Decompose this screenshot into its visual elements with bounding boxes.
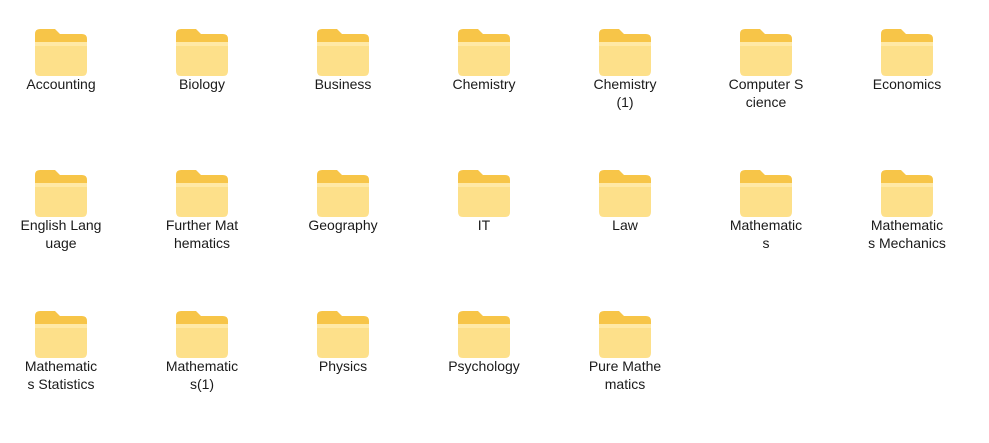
folder-item[interactable]: Mathematic s Statistics (6, 282, 116, 412)
folder-icon (176, 29, 228, 76)
folder-item[interactable]: Law (570, 141, 680, 271)
folder-item[interactable]: Psychology (429, 282, 539, 412)
folder-label: Computer S cience (728, 76, 804, 110)
folder-item[interactable]: Mathematic s (711, 141, 821, 271)
folder-label: Business (314, 76, 372, 92)
folder-icon (35, 29, 87, 76)
folder-label: Economics (872, 76, 942, 92)
folder-icon (317, 170, 369, 217)
folder-icon (881, 29, 933, 76)
folder-item[interactable]: English Lang uage (6, 141, 116, 271)
folder-icon (35, 311, 87, 358)
folder-icon (317, 29, 369, 76)
folder-item[interactable]: Computer S cience (711, 0, 821, 130)
folder-item[interactable]: Business (288, 0, 398, 130)
folder-item[interactable]: Economics (852, 0, 962, 130)
folder-label: Chemistry (452, 76, 516, 92)
folder-item[interactable]: Further Mat hematics (147, 141, 257, 271)
folder-item[interactable]: IT (429, 141, 539, 271)
folder-icon (35, 170, 87, 217)
folder-label: Geography (308, 217, 378, 233)
folder-item[interactable]: Geography (288, 141, 398, 271)
folder-icon (317, 311, 369, 358)
folder-icon (458, 311, 510, 358)
folder-label: Mathematic s (729, 217, 803, 251)
folder-label: Pure Mathe matics (588, 358, 662, 392)
folder-item[interactable]: Chemistry (429, 0, 539, 130)
folder-label: Mathematic s(1) (165, 358, 239, 392)
folder-label: Mathematic s Mechanics (868, 217, 946, 251)
folder-item[interactable]: Pure Mathe matics (570, 282, 680, 412)
folder-item[interactable]: Mathematic s Mechanics (852, 141, 962, 271)
folder-icon (458, 29, 510, 76)
folder-icon (881, 170, 933, 217)
folder-icon (599, 29, 651, 76)
folder-label: IT (477, 217, 491, 233)
folder-label: Physics (318, 358, 368, 374)
folder-item[interactable]: Chemistry (1) (570, 0, 680, 130)
folder-label: Law (612, 217, 638, 233)
folder-icon (176, 170, 228, 217)
folder-label: Psychology (448, 358, 520, 374)
folder-icon (599, 170, 651, 217)
folder-label: Accounting (26, 76, 96, 92)
folder-grid: Accounting Biology Business Chemistry Ch… (0, 0, 989, 443)
folder-label: Chemistry (1) (593, 76, 657, 110)
folder-item[interactable]: Biology (147, 0, 257, 130)
folder-icon (176, 311, 228, 358)
folder-item[interactable]: Physics (288, 282, 398, 412)
folder-label: Further Mat hematics (165, 217, 239, 251)
folder-item[interactable]: Mathematic s(1) (147, 282, 257, 412)
folder-item[interactable]: Accounting (6, 0, 116, 130)
folder-icon (458, 170, 510, 217)
folder-label: Mathematic s Statistics (24, 358, 98, 392)
folder-label: English Lang uage (20, 217, 102, 251)
folder-label: Biology (179, 76, 225, 92)
folder-icon (599, 311, 651, 358)
folder-icon (740, 29, 792, 76)
folder-icon (740, 170, 792, 217)
